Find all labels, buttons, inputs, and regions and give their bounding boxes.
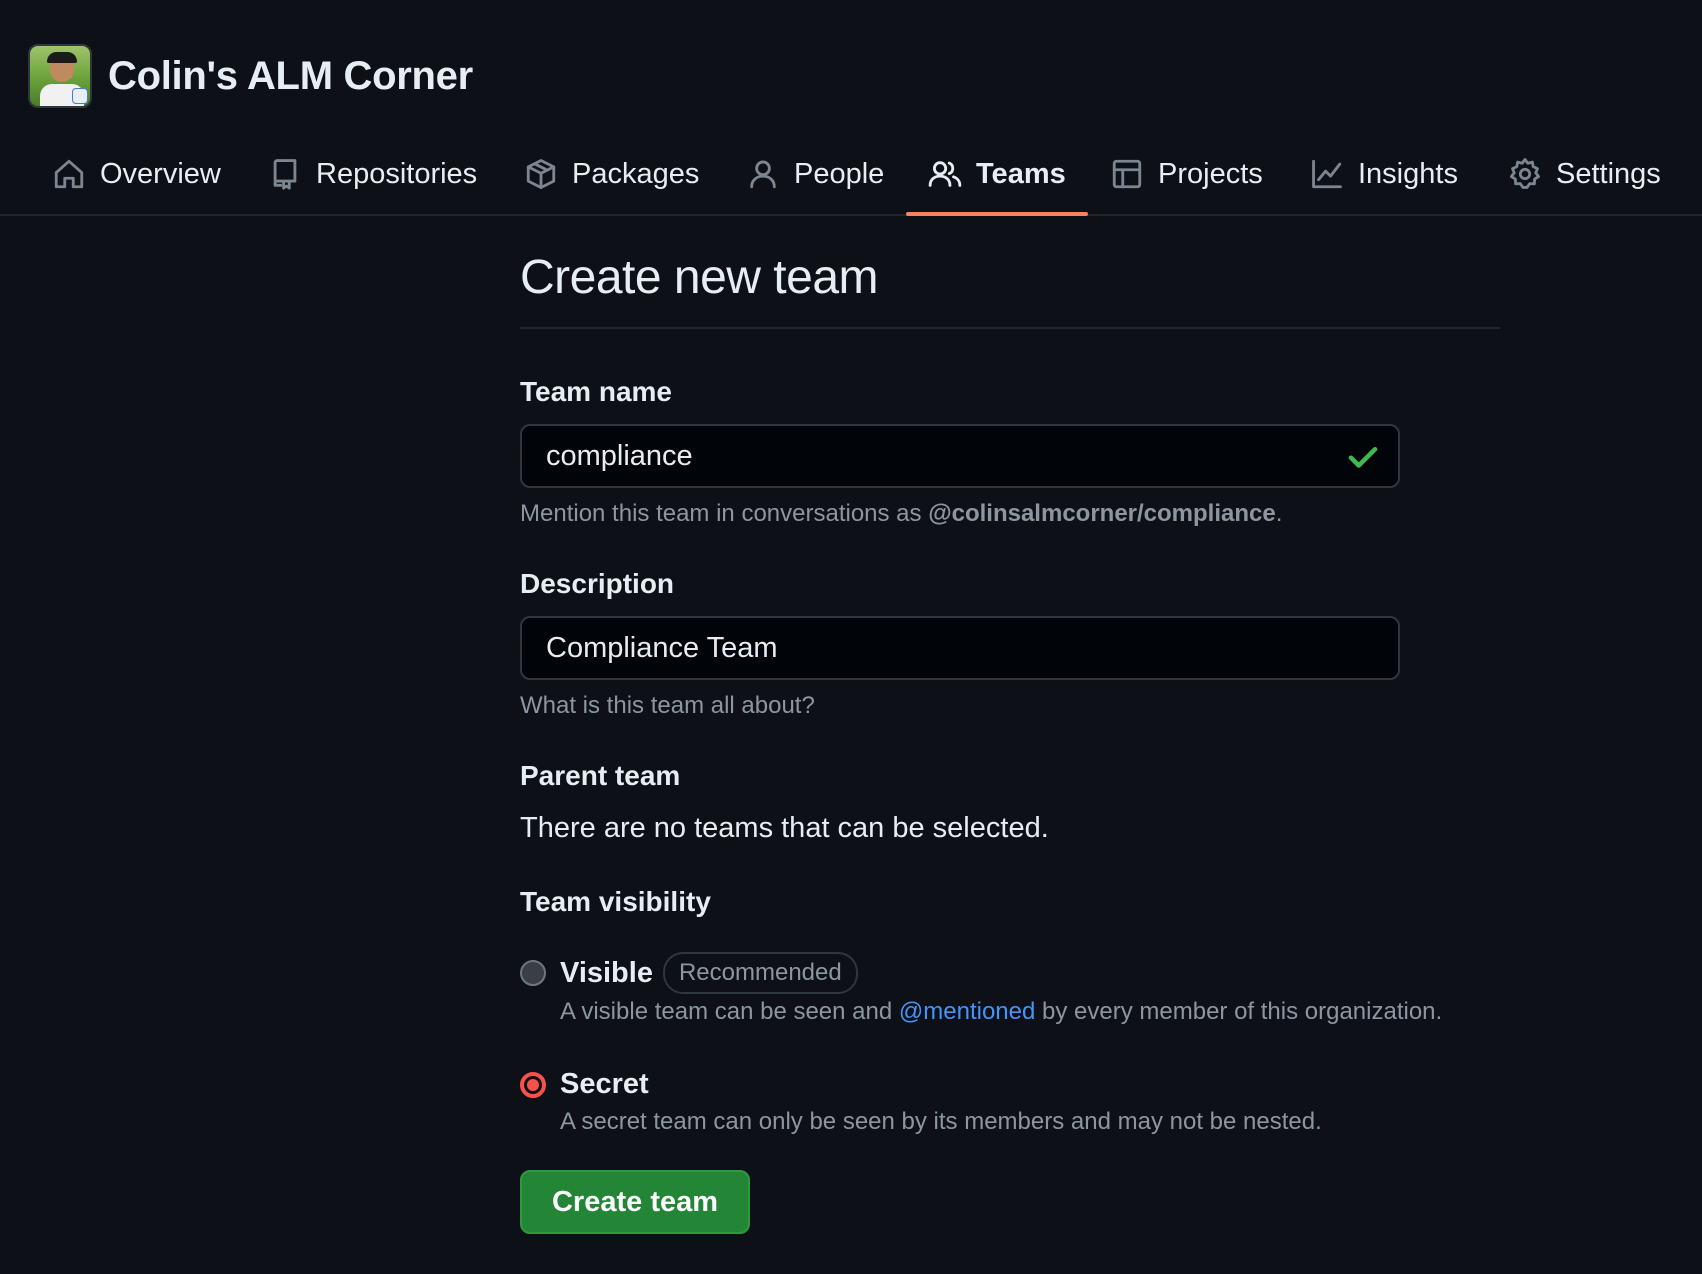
org-avatar[interactable] (28, 44, 92, 108)
tab-label: Projects (1158, 157, 1263, 190)
tab-label: People (794, 157, 885, 190)
create-team-form: Create new team Team name compliance Men… (520, 250, 1500, 1234)
mentioned-link[interactable]: @mentioned (899, 998, 1035, 1025)
visible-label: Visible (560, 956, 653, 989)
tab-label: Repositories (316, 157, 478, 190)
org-nav: Overview Repositories Packages People Te… (0, 132, 1702, 216)
people-icon (928, 161, 962, 187)
check-icon (1348, 446, 1378, 468)
tab-people[interactable]: People (746, 132, 884, 216)
note-suffix: . (1275, 500, 1283, 527)
recommended-badge: Recommended (662, 952, 858, 994)
tab-label: Settings (1556, 157, 1661, 190)
parent-team-label: Parent team (520, 760, 681, 791)
desc-prefix: A visible team can be seen and (560, 998, 899, 1025)
secret-radio[interactable] (520, 1072, 546, 1098)
tab-packages[interactable]: Packages (524, 132, 699, 216)
tab-projects[interactable]: Projects (1110, 132, 1263, 216)
description-value: Compliance Team (546, 631, 778, 664)
repo-icon (273, 159, 297, 190)
team-visibility-label: Team visibility (520, 886, 711, 917)
tab-insights[interactable]: Insights (1310, 132, 1458, 216)
description-input[interactable]: Compliance Team (520, 616, 1400, 680)
person-icon (750, 160, 776, 189)
package-icon (526, 159, 556, 189)
gear-icon (1509, 158, 1541, 189)
desc-suffix: by every member of this organization. (1035, 998, 1443, 1025)
create-team-button[interactable]: Create team (520, 1170, 750, 1234)
tab-settings[interactable]: Settings (1508, 132, 1661, 216)
table-icon (1112, 159, 1142, 189)
active-tab-indicator (906, 212, 1088, 216)
visible-radio[interactable] (520, 960, 546, 986)
secret-option-title: Secret (560, 1068, 649, 1100)
description-note: What is this team all about? (520, 692, 815, 719)
description-label: Description (520, 568, 675, 599)
graph-icon (1312, 159, 1342, 189)
org-header: Colin's ALM Corner (28, 44, 473, 108)
team-name-label: Team name (520, 376, 672, 407)
visible-option-title: Visible Recommended (560, 952, 858, 994)
tab-teams[interactable]: Teams (928, 132, 1066, 216)
tab-repositories[interactable]: Repositories (268, 132, 477, 216)
tab-overview[interactable]: Overview (52, 132, 221, 216)
page-title: Create new team (520, 250, 1500, 329)
team-name-input[interactable]: compliance (520, 424, 1400, 488)
home-icon (54, 159, 84, 189)
parent-team-empty-text: There are no teams that can be selected. (520, 812, 1049, 844)
team-mention: @colinsalmcorner/compliance (928, 500, 1276, 527)
secret-option-description: A secret team can only be seen by its me… (560, 1108, 1322, 1135)
tab-label: Packages (572, 157, 700, 190)
team-name-note: Mention this team in conversations as @c… (520, 500, 1282, 528)
visible-option-description: A visible team can be seen and @mentione… (560, 998, 1442, 1026)
org-name[interactable]: Colin's ALM Corner (108, 54, 473, 99)
tab-label: Insights (1358, 157, 1458, 190)
tab-label: Overview (100, 157, 221, 190)
note-prefix: Mention this team in conversations as (520, 500, 929, 527)
tab-label: Teams (976, 157, 1066, 190)
team-name-value: compliance (546, 439, 693, 472)
